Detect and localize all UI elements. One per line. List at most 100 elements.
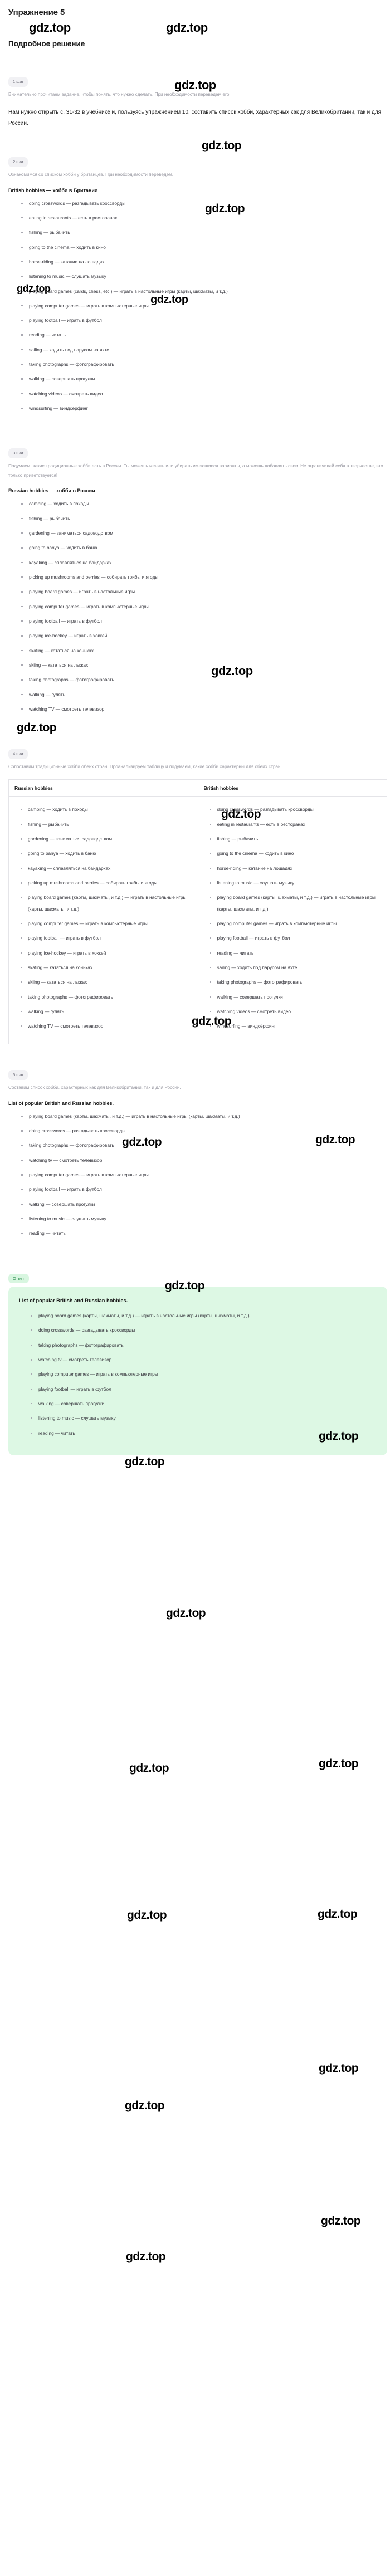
list-item: watching tv — смотреть телевизор: [21, 1155, 341, 1166]
step-5-description: Составим список хобби, характерных как д…: [8, 1084, 181, 1090]
list-item: going to banya — ходить в баню: [21, 542, 341, 553]
solution-page: Упражнение 5 Подробное решение 1 шаг Вни…: [0, 0, 390, 1472]
list-item: walking — совершать прогулки: [21, 1199, 341, 1210]
watermark-text: gdz.top: [166, 1607, 206, 1620]
list-item: playing board games — играть в настольны…: [21, 586, 341, 597]
list-item: playing computer games — играть в компью…: [31, 1368, 362, 1380]
list-item: playing football — играть в футбол: [21, 932, 193, 944]
list-item: watching TV — смотреть телевизор: [21, 703, 341, 715]
list-item: going to banya — ходить в баню: [21, 848, 193, 859]
column-header-russian: Russian hobbies: [8, 779, 198, 798]
cell-british-hobbies: doing crosswords — разгадывать кроссворд…: [197, 796, 387, 1045]
hobbies-comparison-table: Russian hobbies British hobbies camping …: [8, 779, 387, 1045]
step-1-block: 1 шаг Внимательно прочитаем задание, что…: [6, 76, 384, 129]
watermark-text: gdz.top: [127, 1909, 167, 1922]
list-item: listening to music — слушать музыку: [209, 877, 383, 888]
list-item: listening to music — слушать музыку: [21, 1213, 341, 1224]
list-item: playing computer games — играть в компью…: [21, 601, 341, 612]
step-badge-4: 4 шаг: [8, 749, 28, 759]
step-badge-2: 2 шаг: [8, 157, 28, 167]
list-item: eating in restaurants — есть в ресторана…: [21, 212, 341, 223]
list-item: taking photographs — фотографировать: [21, 991, 193, 1003]
list-item: skiing — кататься на лыжах: [21, 659, 341, 671]
combined-hobbies-list: playing board games (карты, шахматы, и т…: [6, 1111, 384, 1239]
list-item: playing computer games — играть в компью…: [21, 1169, 341, 1180]
russian-hobbies-list: camping — ходить в походы fishing — рыба…: [6, 498, 384, 715]
list-item: watching TV — смотреть телевизор: [21, 1020, 193, 1032]
russian-hobbies-heading: Russian hobbies — хобби в России: [8, 488, 95, 494]
list-item: watching tv — смотреть телевизор: [31, 1354, 362, 1365]
list-item: doing crosswords — разгадывать кроссворд…: [21, 198, 341, 209]
list-item: going to the cinema — ходить в кино: [209, 848, 383, 859]
list-item: playing board games (карты, шахматы, и т…: [21, 1111, 341, 1122]
column-header-british: British hobbies: [197, 779, 387, 798]
answer-hobbies-list: playing board games (карты, шахматы, и т…: [17, 1310, 378, 1439]
list-item: listening to music — слушать музыку: [31, 1412, 362, 1424]
list-item: skiing — кататься на лыжах: [21, 976, 193, 988]
list-item: sailing — ходить под парусом на яхте: [21, 344, 341, 355]
list-item: skating — кататься на коньках: [21, 962, 193, 973]
page-title: Упражнение 5: [8, 8, 65, 17]
list-item: watching videos — смотреть видео: [209, 1006, 383, 1017]
table-russian-list: camping — ходить в походы fishing — рыба…: [13, 804, 193, 1032]
watermark-text: gdz.top: [125, 2099, 165, 2112]
list-item: playing board games (карты, шахматы, и т…: [21, 892, 193, 915]
list-item: fishing — рыбачить: [21, 819, 193, 830]
list-item: horse-riding — катание на лошадях: [21, 256, 341, 267]
list-item: playing football — играть в футбол: [21, 315, 341, 326]
list-item: reading — читать: [21, 1228, 341, 1239]
step-1-task: Нам нужно открыть с. 31-32 в учебнике и,…: [8, 109, 382, 127]
list-item: playing board games (карты, шахматы, и т…: [209, 892, 383, 915]
list-item: horse-riding — катание на лошадях: [209, 863, 383, 874]
list-item: reading — читать: [21, 329, 341, 340]
list-item: kayaking — сплавляться на байдарках: [21, 863, 193, 874]
list-item: playing football — играть в футбол: [21, 1184, 341, 1195]
watermark-text: gdz.top: [129, 1762, 169, 1775]
list-item: going to the cinema — ходить в кино: [21, 242, 341, 253]
list-item: gardening — заниматься садоводством: [21, 527, 341, 539]
list-item: walking — совершать прогулки: [209, 991, 383, 1003]
watermark-text: gdz.top: [126, 2250, 166, 2263]
list-item: sailing — ходить под парусом на яхте: [209, 962, 383, 973]
list-item: playing computer games — играть в компью…: [21, 918, 193, 929]
list-item: windsurfing — виндсёрфинг: [209, 1020, 383, 1032]
list-item: walking — совершать прогулки: [31, 1398, 362, 1409]
list-item: playing ice-hockey — играть в хоккей: [21, 947, 193, 959]
watermark-text: gdz.top: [318, 1908, 358, 1920]
list-item: taking photographs — фотографировать: [21, 674, 341, 685]
list-item: taking photographs — фотографировать: [31, 1340, 362, 1351]
british-hobbies-list: doing crosswords — разгадывать кроссворд…: [6, 198, 384, 414]
list-item: walking — гулять: [21, 689, 341, 700]
list-item: kayaking — сплавляться на байдарках: [21, 557, 341, 568]
answer-block: Ответ List of popular British and Russia…: [6, 1273, 387, 1455]
step-2-description: Ознакомимся со списком хобби у британцев…: [8, 172, 174, 177]
answer-heading: List of popular British and Russian hobb…: [19, 1298, 128, 1304]
list-item: windsurfing — виндсёрфинг: [21, 403, 341, 414]
list-item: picking up mushrooms and berries — собир…: [21, 877, 193, 888]
step-2-block: 2 шаг Ознакомимся со списком хобби у бри…: [6, 156, 384, 414]
list-item: skating — кататься на коньках: [21, 645, 341, 656]
list-item: camping — ходить в походы: [21, 498, 341, 509]
step-badge-5: 5 шаг: [8, 1070, 28, 1080]
list-item: eating in restaurants — есть в ресторана…: [209, 819, 383, 830]
step-3-description: Подумаем, какие традиционные хобби есть …: [8, 463, 383, 478]
step-1-description: Внимательно прочитаем задание, чтобы пон…: [8, 91, 231, 97]
step-4-description: Сопоставим традиционные хобби обеих стра…: [8, 764, 282, 769]
list-item: taking photographs — фотографировать: [21, 359, 341, 370]
list-item: doing crosswords — разгадывать кроссворд…: [31, 1324, 362, 1336]
table-row: camping — ходить в походы fishing — рыба…: [8, 796, 387, 1045]
step-badge-3: 3 шаг: [8, 448, 28, 458]
list-item: fishing — рыбачить: [21, 513, 341, 524]
list-item: picking up mushrooms and berries — собир…: [21, 571, 341, 583]
list-item: walking — совершать прогулки: [21, 373, 341, 384]
list-item: playing football — играть в футбол: [209, 932, 383, 944]
solution-heading: Подробное решение: [8, 40, 85, 48]
list-item: taking photographs — фотографировать: [209, 976, 383, 988]
table-header-row: Russian hobbies British hobbies: [8, 779, 387, 798]
list-item: listening to music — слушать музыку: [21, 271, 341, 282]
watermark-text: gdz.top: [319, 1757, 359, 1770]
cell-russian-hobbies: camping — ходить в походы fishing — рыба…: [8, 796, 198, 1045]
british-hobbies-heading: British hobbies — хобби в Британии: [8, 187, 98, 193]
list-item: playing ice-hockey — играть в хоккей: [21, 630, 341, 641]
list-item: playing football — играть в футбол: [31, 1384, 362, 1395]
